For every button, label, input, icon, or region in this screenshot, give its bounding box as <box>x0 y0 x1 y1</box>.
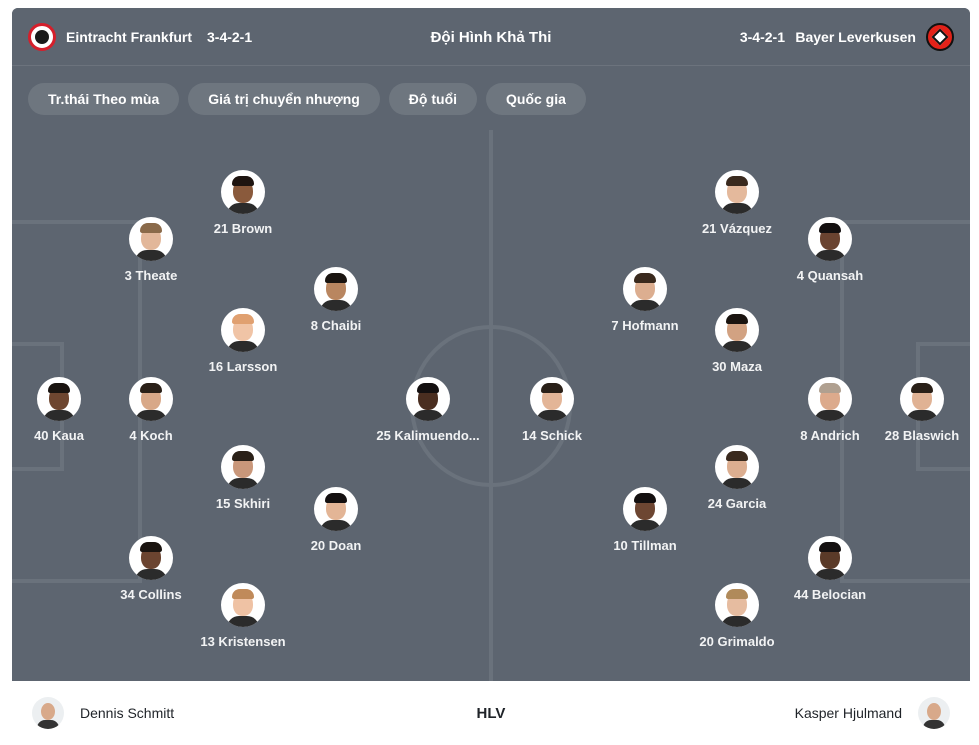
player-avatar <box>129 377 173 421</box>
filter-market-value[interactable]: Giá trị chuyển nhượng <box>188 82 380 115</box>
filter-nationality[interactable]: Quốc gia <box>486 82 586 115</box>
player-card[interactable]: 20 Grimaldo <box>682 583 792 650</box>
player-avatar <box>530 377 574 421</box>
player-avatar <box>808 377 852 421</box>
player-card[interactable]: 13 Kristensen <box>188 583 298 650</box>
player-avatar <box>129 217 173 261</box>
player-name: 30 Maza <box>712 359 762 374</box>
pitch: 21 Brown 3 Theate 8 Chaibi 16 Larsson 40… <box>12 130 970 681</box>
filter-season-status[interactable]: Tr.thái Theo mùa <box>28 82 180 115</box>
player-name: 3 Theate <box>124 268 178 283</box>
player-name: 20 Doan <box>310 538 362 553</box>
player-avatar <box>129 536 173 580</box>
away-coach[interactable]: Kasper Hjulmand <box>795 681 950 745</box>
player-avatar <box>37 377 81 421</box>
player-name: 28 Blaswich <box>884 428 960 443</box>
player-avatar <box>715 170 759 214</box>
player-avatar <box>623 487 667 531</box>
player-name: 10 Tillman <box>613 538 677 553</box>
player-name: 16 Larsson <box>208 359 278 374</box>
player-name: 4 Koch <box>129 428 173 443</box>
filter-bar: Tr.thái Theo mùa Giá trị chuyển nhượng Đ… <box>12 67 970 130</box>
player-avatar <box>715 583 759 627</box>
player-card[interactable]: 25 Kalimuendo... <box>373 377 483 444</box>
player-name: 13 Kristensen <box>200 634 286 649</box>
player-avatar <box>808 536 852 580</box>
player-name: 14 Schick <box>522 428 582 443</box>
player-avatar <box>623 267 667 311</box>
player-avatar <box>221 583 265 627</box>
away-team-name: Bayer Leverkusen <box>795 29 916 45</box>
coach-avatar <box>918 697 950 729</box>
player-avatar <box>221 308 265 352</box>
player-name: 4 Quansah <box>796 268 864 283</box>
player-card[interactable]: 10 Tillman <box>590 487 700 554</box>
bayer-leverkusen-crest-icon <box>926 23 954 51</box>
player-avatar <box>221 445 265 489</box>
away-formation: 3-4-2-1 <box>739 29 785 45</box>
lineup-panel: Eintracht Frankfurt 3-4-2-1 Đội Hình Khả… <box>12 8 970 745</box>
away-coach-name: Kasper Hjulmand <box>794 705 902 721</box>
player-card[interactable]: 3 Theate <box>96 217 206 284</box>
player-avatar <box>221 170 265 214</box>
coaches-footer: Dennis Schmitt HLV Kasper Hjulmand <box>12 681 970 745</box>
player-card[interactable]: 14 Schick <box>497 377 607 444</box>
player-avatar <box>715 445 759 489</box>
away-team[interactable]: Bayer Leverkusen <box>795 8 954 66</box>
player-card[interactable]: 4 Koch <box>96 377 206 444</box>
player-avatar <box>715 308 759 352</box>
player-card[interactable]: 20 Doan <box>281 487 391 554</box>
player-card[interactable]: 30 Maza <box>682 308 792 375</box>
player-avatar <box>314 267 358 311</box>
player-avatar <box>900 377 944 421</box>
player-card[interactable]: 4 Quansah <box>775 217 885 284</box>
lineup-header: Eintracht Frankfurt 3-4-2-1 Đội Hình Khả… <box>12 8 970 66</box>
player-card[interactable]: 16 Larsson <box>188 308 298 375</box>
player-card[interactable]: 28 Blaswich <box>867 377 970 444</box>
player-name: 20 Grimaldo <box>699 634 775 649</box>
player-name: 25 Kalimuendo... <box>376 428 480 443</box>
player-avatar <box>406 377 450 421</box>
player-avatar <box>808 217 852 261</box>
filter-age[interactable]: Độ tuổi <box>388 82 478 115</box>
player-avatar <box>314 487 358 531</box>
